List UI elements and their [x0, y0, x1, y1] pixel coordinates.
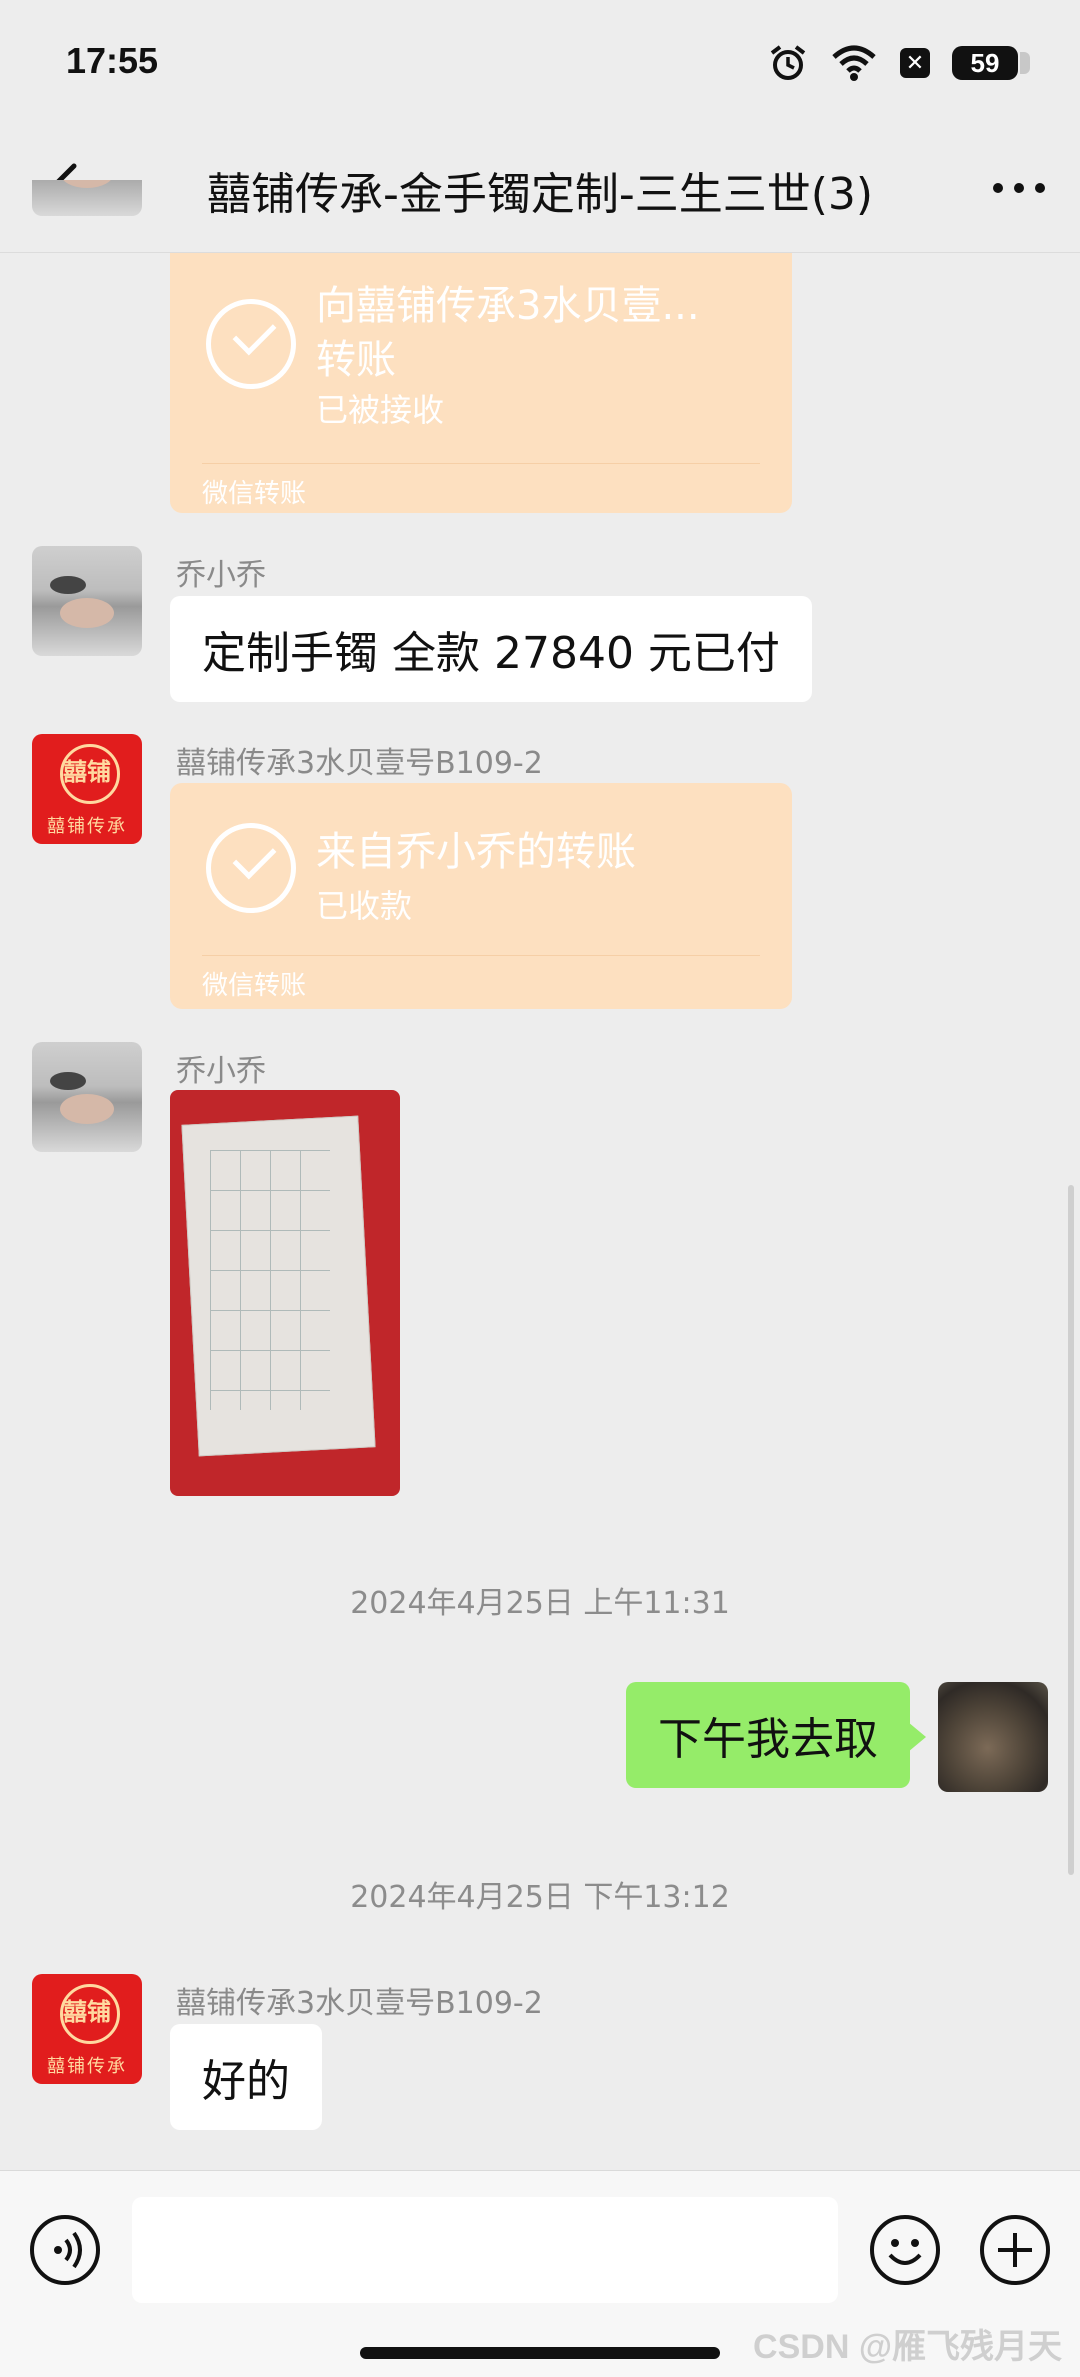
status-icons: ✕ 59: [768, 40, 1030, 86]
avatar[interactable]: [32, 1042, 142, 1152]
plus-icon[interactable]: [980, 2215, 1050, 2285]
timestamp: 2024年4月25日 下午13:12: [350, 1880, 730, 1915]
transfer-footer: 微信转账: [202, 479, 307, 509]
transfer-status: 已被接收: [316, 391, 445, 429]
home-indicator: [360, 2347, 720, 2359]
message-bubble[interactable]: 好的: [170, 2024, 322, 2130]
emoji-icon[interactable]: [870, 2215, 940, 2285]
transfer-title: 向囍铺传承3水贝壹...: [316, 283, 700, 329]
shop-avatar[interactable]: 囍铺 囍铺传承: [32, 1974, 142, 2084]
sender-name: 乔小乔: [176, 1054, 266, 1089]
status-time: 17:55: [66, 40, 159, 81]
avatar[interactable]: [32, 546, 142, 656]
check-icon: [206, 823, 296, 913]
transfer-card[interactable]: 向囍铺传承3水贝壹... 转账 已被接收 微信转账: [170, 253, 792, 513]
my-avatar[interactable]: [938, 1682, 1048, 1792]
shop-avatar[interactable]: 囍铺 囍铺传承: [32, 734, 142, 844]
input-bar: CSDN @雁飞残月天: [0, 2170, 1080, 2377]
sender-name: 囍铺传承3水贝壹号B109-2: [176, 746, 543, 781]
photo-message[interactable]: [170, 1090, 400, 1496]
timestamp: 2024年4月25日 上午11:31: [350, 1586, 730, 1621]
bubble-tail: [908, 1722, 926, 1752]
watermark: CSDN @雁飞残月天: [753, 2328, 1062, 2366]
divider: [202, 955, 760, 956]
chat-header: 囍铺传承-金手镯定制-三生三世(3): [0, 140, 1080, 253]
sender-name: 囍铺传承3水贝壹号B109-2: [176, 1986, 543, 2021]
transfer-status: 已收款: [316, 887, 413, 925]
transfer-subtitle: 转账: [316, 337, 396, 383]
divider: [202, 463, 760, 464]
transfer-title: 来自乔小乔的转账: [316, 829, 636, 875]
wifi-icon: [832, 45, 876, 81]
sender-name: 乔小乔: [176, 558, 266, 593]
transfer-card[interactable]: 来自乔小乔的转账 已收款 微信转账: [170, 783, 792, 1009]
check-icon: [206, 299, 296, 389]
message-input[interactable]: [132, 2197, 838, 2303]
x-badge-icon: ✕: [900, 48, 930, 78]
message-bubble[interactable]: 定制手镯 全款 27840 元已付: [170, 596, 812, 702]
transfer-footer: 微信转账: [202, 971, 307, 1001]
voice-icon[interactable]: [30, 2215, 100, 2285]
chat-title: 囍铺传承-金手镯定制-三生三世(3): [206, 169, 874, 220]
message-bubble-outgoing[interactable]: 下午我去取: [626, 1682, 910, 1788]
scrollbar[interactable]: [1068, 1185, 1074, 1875]
alarm-icon: [770, 45, 806, 80]
battery-icon: 59: [952, 46, 1030, 80]
more-icon[interactable]: [984, 158, 1054, 218]
